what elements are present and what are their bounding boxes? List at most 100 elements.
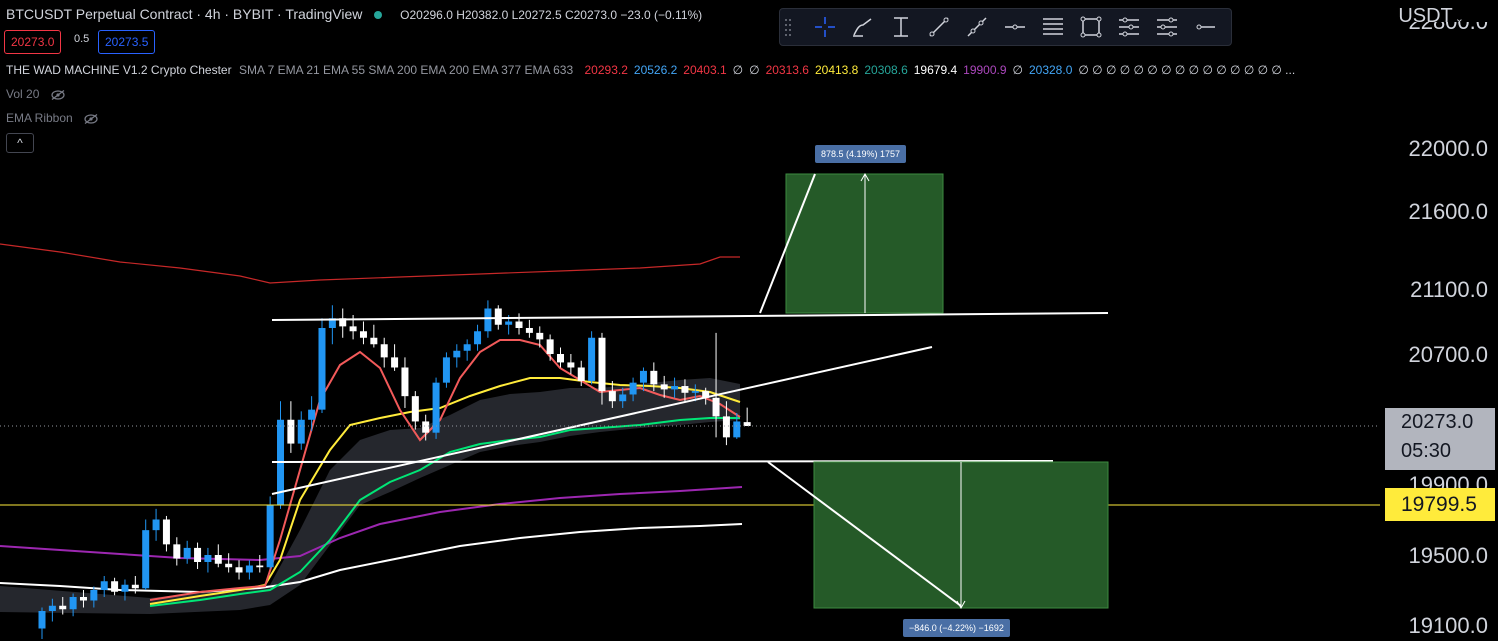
candle-body	[650, 370, 658, 385]
hidden-eye-icon[interactable]	[51, 89, 65, 100]
candle-body	[432, 382, 440, 433]
candle-body	[245, 565, 253, 573]
axis-label: 20700.0	[1408, 342, 1488, 367]
volume-indicator-legend[interactable]: Vol 20	[6, 87, 65, 101]
candle	[391, 344, 399, 371]
candle-body	[598, 337, 606, 392]
channel-icon[interactable]	[1148, 11, 1186, 43]
pitchfork-icon[interactable]	[1110, 11, 1148, 43]
candle	[245, 560, 253, 580]
candle-body	[577, 367, 585, 381]
trendline-icon[interactable]	[920, 11, 958, 43]
candle-body	[567, 362, 575, 368]
brush-icon[interactable]	[844, 11, 882, 43]
candle-body	[557, 354, 564, 363]
indicator-value: 19900.9	[963, 63, 1007, 77]
candle-body	[639, 370, 647, 383]
long-position-box[interactable]	[759, 172, 944, 314]
buy-button[interactable]: 20273.5	[98, 30, 156, 54]
indicator-value: 20526.2	[633, 63, 678, 77]
horizontal-ray-icon[interactable]	[1186, 11, 1224, 43]
candle	[100, 576, 108, 597]
ray-icon[interactable]	[958, 11, 996, 43]
candle	[194, 542, 202, 569]
candle-body	[608, 391, 616, 402]
indicator-value: ∅	[1012, 63, 1023, 77]
indicator-value: ∅	[749, 63, 760, 77]
candle	[370, 324, 378, 348]
candle-body	[297, 419, 305, 444]
candle-body	[442, 357, 450, 383]
candle	[256, 555, 264, 573]
candle	[359, 321, 367, 345]
candle-body	[743, 422, 751, 426]
collapse-legend-button[interactable]: ^	[6, 133, 34, 153]
candle	[380, 337, 388, 368]
drag-handle-icon[interactable]	[784, 17, 792, 37]
candle-body	[131, 584, 139, 589]
candle-body	[59, 605, 67, 610]
candle-body	[38, 611, 46, 629]
candle	[453, 344, 461, 368]
candle	[38, 607, 46, 639]
candle-body	[90, 590, 98, 601]
red-upper-band-line	[0, 243, 740, 284]
text-icon[interactable]	[882, 11, 920, 43]
candle-body	[660, 384, 668, 390]
indicator-legend[interactable]: THE WAD MACHINE V1.2 Crypto Chester SMA …	[6, 63, 1301, 77]
candle-body	[204, 555, 212, 562]
candle-body	[266, 505, 274, 568]
indicator-value: ∅ ∅ ∅ ∅ ∅ ∅ ∅ ∅ ∅ ∅ ∅ ∅ ∅ ∅ ∅ ...	[1078, 63, 1296, 77]
candle	[525, 319, 533, 338]
candle	[515, 313, 523, 335]
price-chart[interactable]	[0, 0, 1380, 641]
candle-body	[225, 563, 233, 568]
indicator-value: 20328.0	[1028, 63, 1073, 77]
candle	[546, 334, 554, 361]
short-position-box[interactable]	[767, 461, 1109, 610]
candle	[339, 308, 347, 338]
symbol-title[interactable]: BTCUSDT Perpetual Contract · 4h · BYBIT …	[6, 6, 362, 22]
candle-body	[121, 584, 129, 592]
sell-button[interactable]: 20273.0	[4, 30, 62, 54]
candle	[204, 547, 212, 573]
candle	[442, 352, 450, 388]
candle	[152, 508, 160, 541]
candle-body	[308, 409, 316, 420]
candle-body	[235, 567, 243, 573]
candle-body	[505, 321, 513, 325]
candle-body	[111, 581, 119, 592]
rectangle-icon[interactable]	[1072, 11, 1110, 43]
candle-body	[173, 544, 181, 559]
candle	[183, 540, 191, 564]
drawing-toolbar	[779, 8, 1232, 46]
candle-body	[79, 597, 87, 601]
candle	[567, 354, 575, 375]
candle-body	[349, 326, 357, 332]
candle-body	[546, 339, 554, 354]
resistance-line[interactable]	[271, 312, 1109, 321]
horizontal-line-icon[interactable]	[996, 11, 1034, 43]
ema-ribbon-legend[interactable]: EMA Ribbon	[6, 111, 98, 125]
crosshair-icon[interactable]	[806, 11, 844, 43]
axis-label-19900: 19900.0	[1408, 472, 1488, 488]
candle	[142, 519, 150, 590]
candle-body	[359, 331, 367, 338]
candle-body	[142, 530, 150, 589]
candle	[297, 411, 305, 450]
candle	[225, 553, 233, 573]
indicator-value: 20313.6	[765, 63, 809, 77]
candle-body	[525, 328, 533, 333]
candle-body	[256, 565, 264, 568]
hidden-eye-icon[interactable]	[84, 113, 98, 124]
candle-body	[380, 344, 388, 358]
candle-body	[287, 419, 295, 444]
candle-body	[484, 308, 492, 332]
candle	[308, 396, 316, 432]
candle-body	[722, 416, 730, 438]
fib-icon[interactable]	[1034, 11, 1072, 43]
candle-body	[588, 337, 596, 381]
indicator-value: 20403.1	[683, 63, 727, 77]
axis-label: 22000.0	[1408, 136, 1488, 161]
candle	[287, 401, 295, 453]
